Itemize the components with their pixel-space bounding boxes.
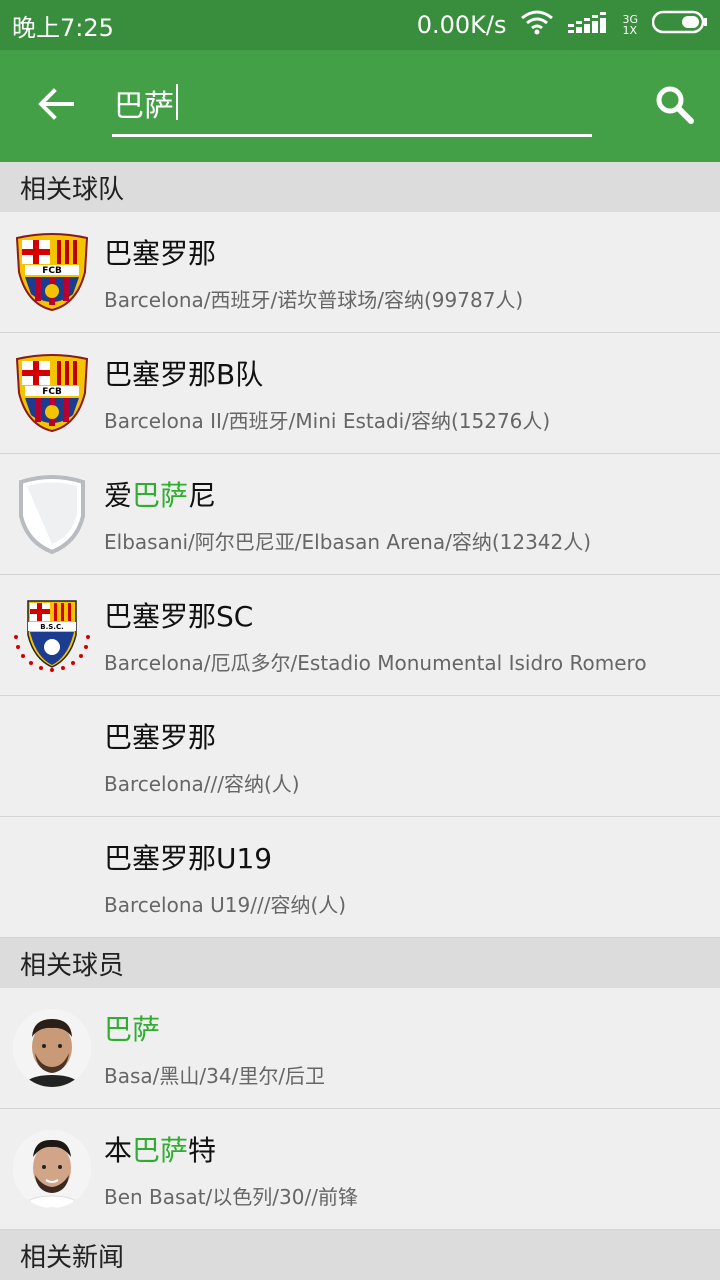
wifi-icon bbox=[520, 9, 554, 41]
player-avatar bbox=[13, 1009, 91, 1087]
back-button[interactable] bbox=[0, 50, 112, 162]
placeholder-shield-icon bbox=[0, 454, 104, 575]
search-input[interactable] bbox=[112, 78, 594, 128]
team-logo: FCB bbox=[0, 333, 104, 454]
player-name-match: 巴萨 bbox=[132, 1133, 189, 1167]
player-avatar-cell bbox=[0, 1109, 104, 1230]
player-name-prefix: 本 bbox=[104, 1133, 133, 1167]
signal-icon bbox=[568, 10, 608, 40]
team-name: 巴塞罗那B队 bbox=[104, 357, 264, 391]
svg-text:FCB: FCB bbox=[42, 387, 62, 397]
team-name-prefix: 爱 bbox=[104, 478, 133, 512]
team-row[interactable]: FCB 巴塞罗那 Barcelona/西班牙/诺坎普球场/容纳(99787人) bbox=[0, 212, 720, 333]
team-info: Barcelona/西班牙/诺坎普球场/容纳(99787人) bbox=[104, 287, 524, 312]
team-info: Barcelona U19///容纳(人) bbox=[104, 892, 347, 917]
net-speed: 0.00K/s bbox=[416, 11, 507, 39]
search-toolbar bbox=[0, 50, 720, 162]
network-type: 3G 1X bbox=[622, 14, 638, 36]
battery-icon bbox=[651, 10, 708, 40]
team-logo: FCB bbox=[0, 212, 104, 333]
team-logo: B.S.C. bbox=[0, 575, 104, 696]
team-row[interactable]: FCB 巴塞罗那B队 Barcelona II/西班牙/Mini Estadi/… bbox=[0, 333, 720, 454]
player-avatar bbox=[13, 1130, 91, 1208]
team-name: 巴塞罗那 bbox=[104, 720, 217, 754]
search-button[interactable] bbox=[650, 82, 700, 132]
empty-logo bbox=[0, 696, 104, 817]
search-field[interactable] bbox=[112, 50, 594, 162]
team-name: 巴塞罗那U19 bbox=[104, 841, 273, 875]
section-header-teams: 相关球队 bbox=[0, 162, 720, 212]
status-bar: 晚上7:25 0.00K/s 3G 1X bbox=[0, 0, 720, 50]
player-info: Ben Basat/以色列/30//前锋 bbox=[104, 1184, 358, 1209]
player-name: 本巴萨特 bbox=[104, 1129, 720, 1169]
team-name: 爱巴萨尼 bbox=[104, 474, 720, 514]
team-info: Barcelona///容纳(人) bbox=[104, 771, 300, 796]
player-name-match: 巴萨 bbox=[104, 1012, 161, 1046]
section-header-players: 相关球员 bbox=[0, 938, 720, 988]
player-info: Basa/黑山/34/里尔/后卫 bbox=[104, 1063, 326, 1088]
search-icon bbox=[655, 85, 695, 129]
team-name: 巴塞罗那 bbox=[104, 236, 217, 270]
player-row[interactable]: 巴萨 Basa/黑山/34/里尔/后卫 bbox=[0, 988, 720, 1109]
team-name: 巴塞罗那SC bbox=[104, 599, 254, 633]
player-row[interactable]: 本巴萨特 Ben Basat/以色列/30//前锋 bbox=[0, 1109, 720, 1230]
team-info: Barcelona II/西班牙/Mini Estadi/容纳(15276人) bbox=[104, 408, 551, 433]
team-name-match: 巴萨 bbox=[132, 478, 189, 512]
team-row[interactable]: B.S.C. 巴塞罗那SC Barcelona/厄瓜多尔/Estadio Mon… bbox=[0, 575, 720, 696]
search-underline bbox=[112, 134, 592, 137]
player-avatar-cell bbox=[0, 988, 104, 1109]
empty-logo bbox=[0, 817, 104, 938]
player-name-suffix: 特 bbox=[188, 1133, 217, 1167]
status-time: 晚上7:25 bbox=[12, 13, 114, 42]
team-info: Barcelona/厄瓜多尔/Estadio Monumental Isidro… bbox=[104, 650, 647, 675]
team-row[interactable]: 爱巴萨尼 Elbasani/阿尔巴尼亚/Elbasan Arena/容纳(123… bbox=[0, 454, 720, 575]
team-name-suffix: 尼 bbox=[188, 478, 217, 512]
svg-text:FCB: FCB bbox=[42, 266, 62, 276]
svg-text:B.S.C.: B.S.C. bbox=[40, 623, 64, 631]
team-row[interactable]: 巴塞罗那U19 Barcelona U19///容纳(人) bbox=[0, 817, 720, 938]
team-info: Elbasani/阿尔巴尼亚/Elbasan Arena/容纳(12342人) bbox=[104, 529, 592, 554]
arrow-left-icon bbox=[38, 88, 74, 124]
section-header-news: 相关新闻 bbox=[0, 1230, 720, 1280]
team-row[interactable]: 巴塞罗那 Barcelona///容纳(人) bbox=[0, 696, 720, 817]
net-type-bottom: 1X bbox=[622, 24, 638, 37]
player-name: 巴萨 bbox=[104, 1008, 720, 1048]
text-cursor bbox=[176, 84, 178, 120]
